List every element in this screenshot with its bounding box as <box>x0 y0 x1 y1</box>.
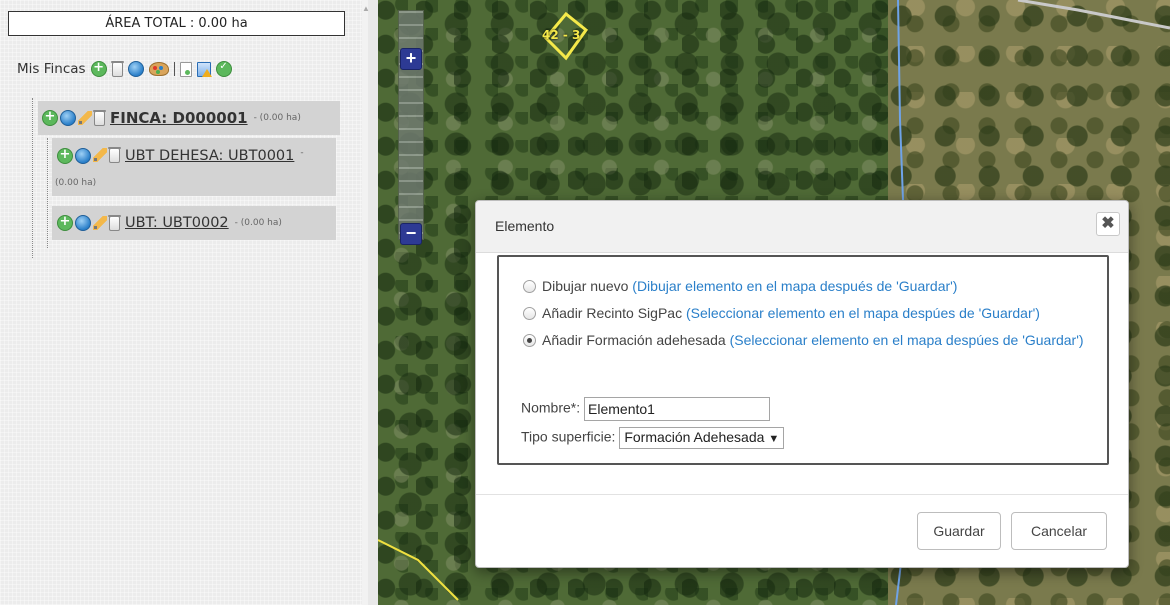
zoom-slider-track[interactable] <box>398 10 424 240</box>
edit-icon[interactable] <box>78 111 92 125</box>
delete-icon[interactable] <box>93 109 106 126</box>
option-recinto-sigpac[interactable]: Añadir Recinto SigPac (Seleccionar eleme… <box>523 304 1040 323</box>
road-line <box>1017 0 1170 30</box>
tree-sub-guide-line <box>47 138 48 248</box>
dialog-footer: Guardar Cancelar <box>476 494 1128 567</box>
close-icon[interactable]: ✖ <box>1096 212 1120 236</box>
zoom-out-button[interactable]: − <box>400 223 422 245</box>
option-hint: (Seleccionar elemento en el mapa despúes… <box>685 305 1040 321</box>
globe-icon[interactable] <box>75 148 91 164</box>
element-form: Dibujar nuevo (Dibujar elemento en el ma… <box>497 255 1109 465</box>
mis-fincas-label: Mis Fincas <box>17 61 86 77</box>
tree-node-finca[interactable]: FINCA: D000001 - (0.00 ha) <box>38 101 340 135</box>
option-hint: (Dibujar elemento en el mapa después de … <box>632 278 958 294</box>
scroll-up-icon[interactable]: ▲ <box>362 4 370 13</box>
option-hint: (Seleccionar elemento en el mapa despúes… <box>729 332 1084 348</box>
nombre-row: Nombre*: <box>521 397 771 421</box>
add-icon[interactable] <box>57 214 73 231</box>
globe-icon[interactable] <box>127 61 144 77</box>
tree-node-ubt[interactable]: UBT: UBT0002 - (0.00 ha) <box>52 206 336 240</box>
ubt-dehesa-dash: - <box>300 148 304 158</box>
option-dibujar-nuevo[interactable]: Dibujar nuevo (Dibujar elemento en el ma… <box>523 277 957 296</box>
ubt-dehesa-area: (0.00 ha) <box>55 178 97 188</box>
add-icon[interactable] <box>57 147 73 164</box>
ubt-dehesa-link[interactable]: UBT DEHESA: UBT0001 <box>125 148 294 164</box>
tree-node-ubt-dehesa[interactable]: UBT DEHESA: UBT0001 - (0.00 ha) <box>52 138 336 196</box>
tipo-value: Formación Adehesada <box>624 429 765 445</box>
globe-icon[interactable] <box>60 110 76 126</box>
dialog-header: Elemento ✖ <box>476 201 1128 253</box>
globe-icon[interactable] <box>75 215 91 231</box>
yellow-track <box>378 539 459 601</box>
check-icon[interactable] <box>215 61 232 77</box>
option-formacion-adehesada[interactable]: Añadir Formación adehesada (Seleccionar … <box>523 331 1093 350</box>
chevron-down-icon: ▼ <box>768 433 780 445</box>
option-label: Dibujar nuevo <box>542 278 629 294</box>
area-total-box: ÁREA TOTAL : 0.00 ha <box>8 11 345 36</box>
option-label: Añadir Recinto SigPac <box>542 305 683 321</box>
radio-recinto-sigpac[interactable] <box>523 307 536 320</box>
sidebar-scrollbar[interactable]: ▲ <box>362 0 370 605</box>
add-icon[interactable] <box>42 109 58 126</box>
tipo-superficie-select[interactable]: Formación Adehesada ▼ <box>619 427 785 449</box>
document-icon[interactable] <box>179 61 192 77</box>
cancelar-button[interactable]: Cancelar <box>1011 512 1107 550</box>
radio-dibujar-nuevo[interactable] <box>523 280 536 293</box>
edit-icon[interactable] <box>93 216 107 230</box>
delete-icon[interactable] <box>108 147 121 163</box>
tipo-row: Tipo superficie: Formación Adehesada ▼ <box>521 427 785 449</box>
parcel-label: 42 - 3 <box>542 28 581 42</box>
radio-formacion-adehesada[interactable] <box>523 334 536 347</box>
finca-link[interactable]: FINCA: D000001 <box>110 109 248 127</box>
mis-fincas-toolbar: Mis Fincas <box>17 60 232 77</box>
guardar-button[interactable]: Guardar <box>917 512 1001 550</box>
nombre-input[interactable] <box>584 397 771 421</box>
edit-icon[interactable] <box>93 148 107 162</box>
ubt-link[interactable]: UBT: UBT0002 <box>125 215 229 231</box>
palette-icon[interactable] <box>148 62 169 76</box>
add-icon[interactable] <box>90 60 107 77</box>
elemento-dialog: Elemento ✖ Dibujar nuevo (Dibujar elemen… <box>475 200 1129 568</box>
report-icon[interactable] <box>196 61 212 77</box>
tree-guide-line <box>32 98 33 258</box>
delete-icon[interactable] <box>110 60 124 77</box>
ubt-area: - (0.00 ha) <box>234 218 282 228</box>
tipo-label: Tipo superficie: <box>521 428 616 445</box>
delete-icon[interactable] <box>108 214 121 231</box>
zoom-in-button[interactable]: + <box>400 48 422 70</box>
dialog-title: Elemento <box>495 218 555 234</box>
sidebar: ÁREA TOTAL : 0.00 ha ▲ Mis Fincas FINCA:… <box>0 0 370 605</box>
separator <box>173 62 175 76</box>
finca-area: - (0.00 ha) <box>253 113 301 123</box>
nombre-label: Nombre*: <box>521 399 581 416</box>
option-label: Añadir Formación adehesada <box>542 332 726 348</box>
